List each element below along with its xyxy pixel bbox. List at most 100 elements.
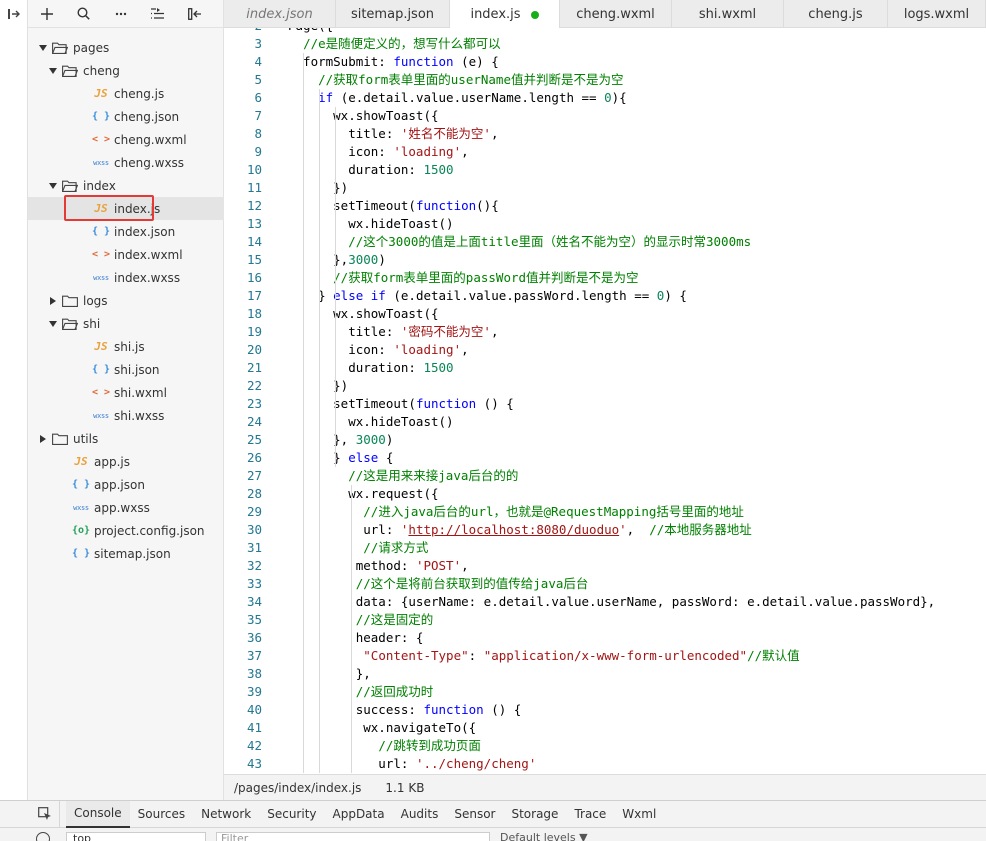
context-select[interactable]: top [66, 832, 206, 841]
tree-folder-cheng[interactable]: cheng [28, 59, 224, 82]
devtools-tab-sensor[interactable]: Sensor [446, 801, 503, 828]
js-file-icon: JS [94, 340, 108, 353]
tree-label: shi.wxml [114, 385, 167, 400]
tab-label: cheng.js [808, 6, 863, 22]
tab-index-js[interactable]: index.js [450, 0, 560, 29]
tree-label: index.json [114, 224, 176, 239]
tree-file-cheng-wxml[interactable]: < > cheng.wxml [28, 128, 224, 151]
line-number: 30 [246, 522, 262, 537]
code-line: //请求方式 [363, 540, 429, 555]
code-line: //e是随便定义的，想写什么都可以 [303, 36, 501, 51]
line-number: 10 [246, 162, 262, 177]
tree-label: cheng.json [114, 109, 180, 124]
tab-cheng-js[interactable]: cheng.js [784, 0, 888, 28]
tree-file-app-json[interactable]: { } app.json [28, 473, 224, 496]
tree-folder-shi[interactable]: shi [28, 312, 224, 335]
tree-file-app-js[interactable]: JS app.js [28, 450, 224, 473]
line-number: 34 [246, 594, 262, 609]
code-line: Page({ [288, 28, 333, 35]
devtools-tabs: Console Sources Network Security AppData Audi… [0, 800, 986, 828]
devtools-tab-wxml[interactable]: Wxml [614, 801, 664, 828]
devtools-tab-network[interactable]: Network [193, 801, 259, 828]
wxss-file-icon: wxss [93, 273, 109, 282]
caret-right-icon[interactable] [38, 434, 48, 444]
search-icon[interactable] [65, 0, 102, 28]
tab-logs-wxml[interactable]: logs.wxml [888, 0, 986, 28]
tree-label: cheng.js [114, 86, 165, 101]
code-line: setTimeout(function () { [288, 396, 514, 411]
file-path: /pages/index/index.js [234, 780, 362, 795]
caret-down-icon[interactable] [48, 66, 58, 76]
tree-file-shi-wxml[interactable]: < > shi.wxml [28, 381, 224, 404]
code-line: //这个3000的值是上面title里面（姓名不能为空）的显示时常3000ms [348, 234, 752, 249]
tree-file-project-config-json[interactable]: {o} project.config.json [28, 519, 224, 542]
indent-guide [303, 53, 304, 773]
tree-label: app.wxss [94, 500, 150, 515]
tree-folder-pages[interactable]: pages [28, 36, 224, 59]
add-icon[interactable] [28, 0, 65, 28]
devtools-tab-security[interactable]: Security [259, 801, 324, 828]
clear-console-icon[interactable] [36, 832, 50, 841]
tree-file-index-wxss[interactable]: wxss index.wxss [28, 266, 224, 289]
inspect-icon[interactable] [30, 800, 60, 828]
tree-file-index-json[interactable]: { } index.json [28, 220, 224, 243]
caret-down-icon[interactable] [48, 181, 58, 191]
line-number: 14 [246, 234, 262, 249]
tree-label: index.wxml [114, 247, 183, 262]
outline-icon[interactable] [139, 0, 176, 28]
line-number: 27 [246, 468, 262, 483]
tab-label: index.js [470, 7, 521, 22]
devtools-panel: Console Sources Network Security AppData Audi… [0, 800, 986, 841]
tree-file-shi-wxss[interactable]: wxss shi.wxss [28, 404, 224, 427]
indent-guide [351, 485, 352, 773]
caret-down-icon[interactable] [38, 43, 48, 53]
tree-folder-logs[interactable]: logs [28, 289, 224, 312]
tab-sitemap-json[interactable]: sitemap.json [336, 0, 450, 28]
line-number: 4 [254, 54, 262, 69]
folder-icon [52, 42, 69, 54]
code-line: icon: 'loading', [288, 342, 469, 357]
code-line: success: function () { [288, 702, 522, 717]
code-editor[interactable]: 2345678910111213141516171819202122232425… [224, 28, 986, 774]
devtools-tab-storage[interactable]: Storage [503, 801, 566, 828]
tree-label: index.js [114, 201, 161, 216]
tree-file-index-wxml[interactable]: < > index.wxml [28, 243, 224, 266]
caret-down-icon[interactable] [48, 319, 58, 329]
json-file-icon: { } [71, 548, 91, 559]
devtools-tab-trace[interactable]: Trace [566, 801, 614, 828]
tree-file-cheng-js[interactable]: JS cheng.js [28, 82, 224, 105]
tree-file-cheng-json[interactable]: { } cheng.json [28, 105, 224, 128]
tree-file-index-js[interactable]: JS index.js [28, 197, 224, 220]
devtools-tab-audits[interactable]: Audits [393, 801, 447, 828]
more-icon[interactable] [102, 0, 139, 28]
status-bar: /pages/index/index.js 1.1 KB [224, 774, 986, 800]
tree-file-shi-js[interactable]: JS shi.js [28, 335, 224, 358]
tree-label: project.config.json [94, 523, 205, 538]
tab-index-json[interactable]: index.json [224, 0, 336, 28]
code-line: "Content-Type": "application/x-www-form-… [363, 648, 800, 663]
tree-folder-index[interactable]: index [28, 174, 224, 197]
code-line: wx.navigateTo({ [288, 720, 477, 735]
filter-input[interactable]: Filter [216, 832, 490, 841]
levels-dropdown[interactable]: Default levels ▼ [500, 832, 588, 841]
devtools-tab-sources[interactable]: Sources [130, 801, 193, 828]
collapse-icon[interactable] [176, 0, 213, 28]
tree-folder-utils[interactable]: utils [28, 427, 224, 450]
code-line: //这是用来来接java后台的的 [348, 468, 519, 483]
line-number: 26 [246, 450, 262, 465]
tree-file-shi-json[interactable]: { } shi.json [28, 358, 224, 381]
line-number: 19 [246, 324, 262, 339]
tree-label: cheng.wxml [114, 132, 187, 147]
tree-label: app.js [94, 454, 130, 469]
tree-file-app-wxss[interactable]: wxss app.wxss [28, 496, 224, 519]
devtools-tab-appdata[interactable]: AppData [325, 801, 393, 828]
line-number: 38 [246, 666, 262, 681]
caret-right-icon[interactable] [48, 296, 58, 306]
tab-shi-wxml[interactable]: shi.wxml [672, 0, 784, 28]
devtools-tab-console[interactable]: Console [66, 800, 130, 828]
tab-cheng-wxml[interactable]: cheng.wxml [560, 0, 672, 28]
tree-file-cheng-wxss[interactable]: wxss cheng.wxss [28, 151, 224, 174]
unsaved-dot-icon [530, 10, 539, 19]
tree-file-sitemap-json[interactable]: { } sitemap.json [28, 542, 224, 565]
toggle-panel-icon[interactable] [0, 0, 28, 28]
